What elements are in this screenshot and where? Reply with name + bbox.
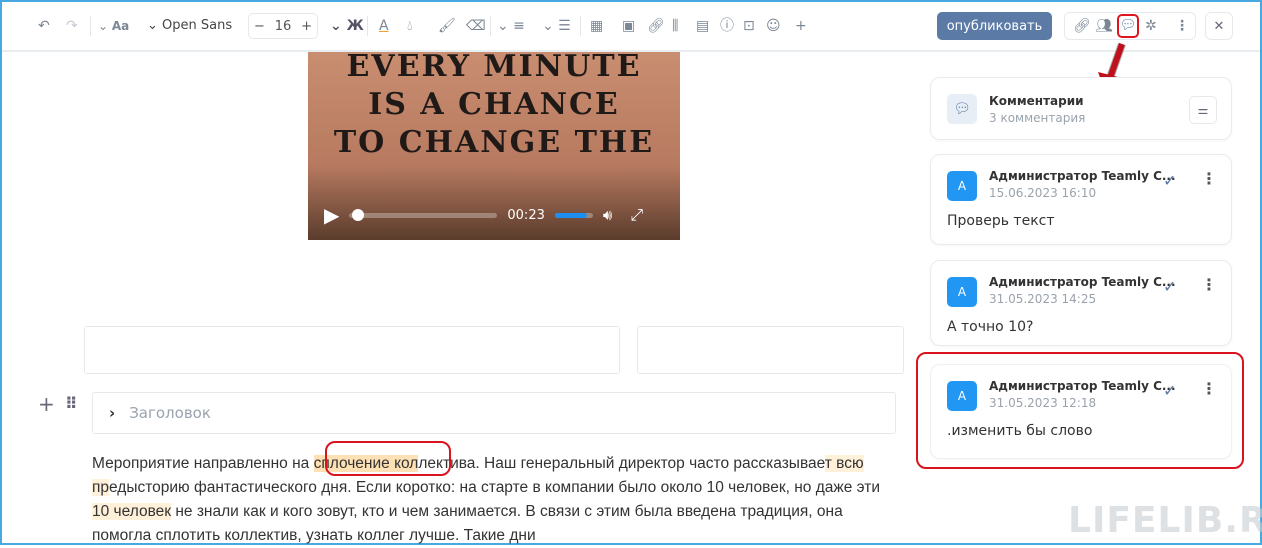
format-painter-icon[interactable]: 🖌︎ xyxy=(438,16,456,36)
more-icon[interactable]: ⋮ xyxy=(1175,16,1189,36)
text-size-icon: Aa xyxy=(111,19,130,33)
text-size-dropdown[interactable]: ⌄ Aa xyxy=(98,16,129,36)
page-actions-group: 🔗︎ 👥︎ 💬︎ ✲ ⋮ xyxy=(1064,12,1196,40)
volume-slider[interactable] xyxy=(554,212,593,218)
volume-icon[interactable]: 🔊︎ xyxy=(603,206,612,224)
comment-text: Проверь текст xyxy=(947,213,1055,229)
align-dropdown[interactable]: ⌄ ≡ xyxy=(497,16,525,36)
chevron-right-icon[interactable]: › xyxy=(109,404,115,422)
resolve-check-icon[interactable]: ✓ xyxy=(1163,277,1176,296)
divider xyxy=(580,16,581,36)
link-icon[interactable]: 🔗︎ xyxy=(647,16,665,36)
comment-date: 15.06.2023 16:10 xyxy=(989,186,1097,200)
editor-toolbar: ↶ ↷ ⌄ Aa ⌄ Open Sans −16 + ⌄ Ж A 💧︎ 🖌︎ ⌫ … xyxy=(2,2,1260,52)
video-frame-text: EVERY MINUTE IS A CHANCE TO CHANGE THE xyxy=(308,52,680,162)
paragraph-text[interactable]: Мероприятие направленно на сплочение кол… xyxy=(92,452,892,548)
comment-card[interactable]: А Администратор Teamly C... 15.06.2023 1… xyxy=(930,154,1232,245)
caption-line: TO CHANGE THE xyxy=(333,125,655,160)
info-block-icon[interactable]: ⓘ xyxy=(720,16,734,36)
text-run: Мероприятие направленно на xyxy=(92,455,314,472)
bold-icon: Ж xyxy=(346,18,364,34)
comment-card[interactable]: А Администратор Teamly C... 31.05.2023 1… xyxy=(930,260,1232,346)
image-icon[interactable]: ▣ xyxy=(622,16,635,36)
text-run: едысторию фантастического дня. Если коро… xyxy=(109,479,880,496)
columns-icon[interactable]: ⫼ xyxy=(672,16,678,36)
play-icon[interactable]: ▶ xyxy=(324,203,339,227)
comment-author: Администратор Teamly C... xyxy=(989,169,1176,183)
avatar: А xyxy=(947,277,977,307)
video-time: 00:23 xyxy=(507,207,545,223)
comment-text: А точно 10? xyxy=(947,319,1034,335)
text-run: не знали как и кого зовут, кто и чем зан… xyxy=(92,503,843,544)
seek-thumb[interactable] xyxy=(352,208,365,221)
drag-handle-icon[interactable]: ⠿ xyxy=(65,394,78,413)
heading-block[interactable]: › Заголовок xyxy=(92,392,896,434)
redo-icon[interactable]: ↷ xyxy=(66,16,78,36)
text-run: лектива. Наш генеральный директор часто … xyxy=(418,455,825,472)
annotation-highlight-box xyxy=(916,352,1244,469)
video-player[interactable]: EVERY MINUTE IS A CHANCE TO CHANGE THE ▶… xyxy=(308,52,680,240)
more-icon[interactable]: ⋮ xyxy=(1201,275,1217,294)
caption-line: EVERY MINUTE xyxy=(346,52,642,84)
fullscreen-icon[interactable]: ⤢ xyxy=(630,205,643,225)
table-icon[interactable]: ▦ xyxy=(590,16,603,36)
plus-icon[interactable]: + xyxy=(301,19,312,34)
users-icon[interactable]: 👥︎ xyxy=(1095,16,1113,36)
add-icon[interactable]: + xyxy=(795,16,807,36)
divider xyxy=(490,16,491,36)
comments-icon: 💬︎ xyxy=(947,94,977,124)
checklist-icon[interactable]: ▤ xyxy=(696,16,709,36)
seek-bar[interactable] xyxy=(349,208,498,221)
publish-button[interactable]: опубликовать xyxy=(937,12,1052,40)
empty-block-right[interactable] xyxy=(637,326,904,374)
heading-placeholder: Заголовок xyxy=(129,404,211,422)
minus-icon[interactable]: − xyxy=(254,19,265,34)
close-button[interactable]: ✕ xyxy=(1205,12,1233,40)
empty-block-left[interactable] xyxy=(84,326,620,374)
comments-icon[interactable]: 💬︎ xyxy=(1117,14,1139,38)
annotation-highlight-box xyxy=(325,441,451,476)
more-icon[interactable]: ⋮ xyxy=(1201,169,1217,188)
add-block-icon[interactable]: + xyxy=(38,392,55,416)
eraser-icon[interactable]: ⌫ xyxy=(466,16,486,36)
video-controls: ▶ 00:23 🔊︎ ⤢ xyxy=(308,190,680,240)
commented-text: 10 человек xyxy=(92,503,172,520)
divider xyxy=(90,16,91,36)
text-color-icon[interactable]: A xyxy=(379,16,389,36)
avatar: А xyxy=(947,171,977,201)
resolve-check-icon[interactable]: ✓ xyxy=(1163,171,1176,190)
font-size-value: 16 xyxy=(274,18,292,34)
font-family-value: Open Sans xyxy=(162,18,233,33)
integrations-icon[interactable]: ✲ xyxy=(1145,16,1157,36)
undo-icon[interactable]: ↶ xyxy=(38,16,50,36)
highlight-drop-icon[interactable]: 💧︎ xyxy=(407,16,413,36)
font-family-dropdown[interactable]: ⌄ Open Sans xyxy=(147,16,232,36)
comment-author: Администратор Teamly C... xyxy=(989,275,1176,289)
font-size-stepper[interactable]: −16 + xyxy=(248,13,318,39)
watermark: LIFELIB.RU xyxy=(1068,500,1262,541)
list-dropdown[interactable]: ⌄ ☰ xyxy=(542,16,571,36)
link-icon[interactable]: 🔗︎ xyxy=(1073,16,1091,36)
comments-header: 💬︎ Комментарии 3 комментария ⚌ xyxy=(930,77,1232,140)
toggle-block-icon[interactable]: ⊡ xyxy=(743,16,755,36)
divider xyxy=(367,16,368,36)
comment-date: 31.05.2023 14:25 xyxy=(989,292,1097,306)
comments-count: 3 комментария xyxy=(989,111,1086,125)
caption-line: IS A CHANCE xyxy=(368,87,620,122)
emoji-icon[interactable]: ☺ xyxy=(766,16,781,36)
volume-fill xyxy=(554,212,588,218)
comments-title: Комментарии xyxy=(989,94,1084,108)
bold-dropdown[interactable]: ⌄ Ж xyxy=(330,16,364,36)
filter-settings-icon[interactable]: ⚌ xyxy=(1189,96,1217,124)
